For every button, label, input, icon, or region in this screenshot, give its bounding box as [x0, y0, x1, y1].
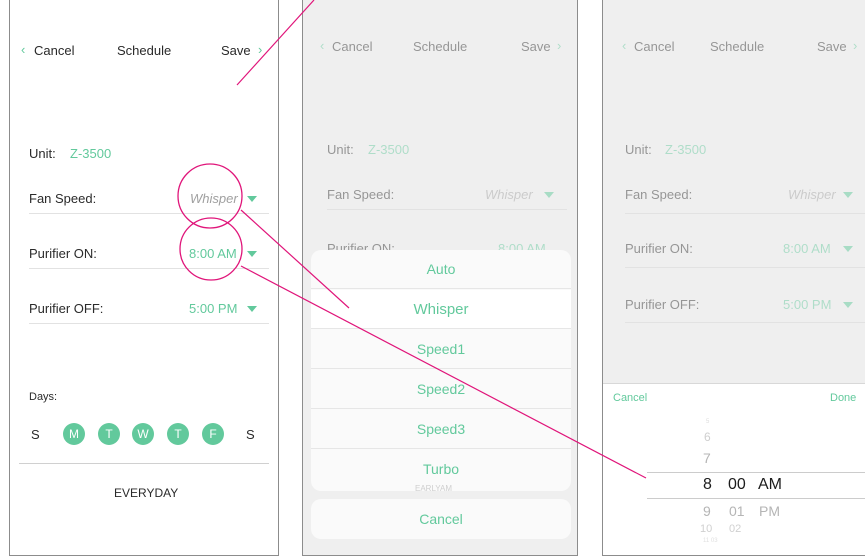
picker-hour-option[interactable]: 7 [703, 450, 711, 466]
unit-label: Unit: [625, 142, 652, 157]
purifier-off-label: Purifier OFF: [625, 297, 700, 312]
menu-item-partial: EARLYAM [415, 484, 453, 493]
cancel-button[interactable]: Cancel [34, 43, 74, 58]
day-toggle-monday[interactable]: M [63, 423, 85, 445]
divider [603, 383, 865, 384]
day-toggle-friday[interactable]: F [202, 423, 224, 445]
purifier-off-label: Purifier OFF: [29, 301, 104, 316]
picker-hour-option[interactable]: 10 [700, 523, 712, 535]
schedule-screen-default: ‹ Cancel Schedule Save › Unit: Z-3500 Fa… [9, 0, 279, 556]
menu-item-auto[interactable]: Auto [311, 250, 571, 289]
day-toggle-saturday[interactable]: S [246, 427, 255, 442]
purifier-on-dropdown[interactable]: 8:00 AM [189, 246, 237, 261]
menu-item-whisper[interactable]: Whisper [311, 290, 571, 329]
time-picker: Cancel Done 5 6 7 8 00 AM 9 01 PM 10 02 … [603, 383, 865, 555]
chevron-down-icon [843, 192, 853, 198]
menu-item-speed3[interactable]: Speed3 [311, 410, 571, 449]
picker-hour-option[interactable]: 6 [704, 430, 711, 444]
unit-label: Unit: [327, 142, 354, 157]
back-chevron-icon: ‹ [320, 38, 325, 53]
purifier-on-label: Purifier ON: [29, 246, 97, 261]
days-label: Days: [29, 391, 58, 403]
picker-hour-faded: 11 03 [703, 538, 718, 544]
back-chevron-icon: ‹ [622, 38, 627, 53]
menu-item-speed1[interactable]: Speed1 [311, 330, 571, 369]
picker-minute-option[interactable]: 01 [729, 503, 745, 519]
forward-chevron-icon: › [853, 38, 858, 53]
menu-cancel-button[interactable]: Cancel [311, 499, 571, 539]
purifier-on-dropdown[interactable]: 8:00 AM [783, 241, 831, 256]
purifier-off-dropdown[interactable]: 5:00 PM [783, 297, 831, 312]
day-toggle-thursday[interactable]: T [167, 423, 189, 445]
unit-value: Z-3500 [70, 146, 112, 161]
everyday-button[interactable]: EVERYDAY [114, 486, 178, 500]
chevron-down-icon [247, 306, 257, 312]
forward-chevron-icon: › [258, 42, 263, 57]
page-title: Schedule [710, 39, 765, 54]
save-button[interactable]: Save [221, 43, 251, 58]
page-title: Schedule [413, 39, 468, 54]
cancel-button[interactable]: Cancel [634, 39, 674, 54]
chevron-down-icon [247, 251, 257, 257]
chevron-down-icon [544, 192, 554, 198]
chevron-down-icon [843, 302, 853, 308]
picker-selection-line [647, 498, 865, 499]
unit-value: Z-3500 [368, 142, 410, 157]
day-toggle-wednesday[interactable]: W [132, 423, 154, 445]
back-chevron-icon: ‹ [21, 42, 26, 57]
divider [625, 213, 865, 214]
picker-cancel-button[interactable]: Cancel [613, 392, 647, 404]
picker-selection-line [647, 472, 865, 473]
fan-speed-label: Fan Speed: [29, 191, 97, 206]
purifier-off-dropdown[interactable]: 5:00 PM [189, 301, 237, 316]
cancel-button[interactable]: Cancel [332, 39, 372, 54]
fan-speed-dropdown[interactable]: Whisper [788, 187, 836, 202]
picker-done-button[interactable]: Done [830, 392, 856, 404]
picker-minute-option[interactable]: 02 [729, 523, 741, 535]
day-toggle-tuesday[interactable]: T [98, 423, 120, 445]
fan-speed-dropdown[interactable]: Whisper [190, 191, 238, 206]
chevron-down-icon [843, 246, 853, 252]
fan-speed-dropdown[interactable]: Whisper [485, 187, 533, 202]
forward-chevron-icon: › [557, 38, 562, 53]
unit-value: Z-3500 [665, 142, 707, 157]
picker-period-selected[interactable]: AM [758, 476, 782, 494]
schedule-screen-fan-menu: ‹ Cancel Schedule Save › Unit: Z-3500 Fa… [302, 0, 578, 556]
picker-hour-option[interactable]: 9 [703, 503, 711, 519]
picker-hour-faded: 5 [706, 419, 710, 425]
picker-hour-selected[interactable]: 8 [703, 476, 712, 494]
divider [327, 209, 567, 210]
menu-item-speed2[interactable]: Speed2 [311, 370, 571, 409]
divider [29, 268, 269, 269]
divider [625, 322, 865, 323]
picker-period-option[interactable]: PM [759, 503, 780, 519]
day-toggle-sunday[interactable]: S [31, 427, 40, 442]
fan-speed-label: Fan Speed: [625, 187, 693, 202]
fan-speed-label: Fan Speed: [327, 187, 395, 202]
page-title: Schedule [117, 43, 172, 58]
save-button[interactable]: Save [817, 39, 847, 54]
divider [19, 463, 269, 464]
divider [625, 267, 865, 268]
divider [29, 213, 269, 214]
schedule-screen-time-picker: ‹ Cancel Schedule Save › Unit: Z-3500 Fa… [602, 0, 865, 556]
save-button[interactable]: Save [521, 39, 551, 54]
purifier-on-label: Purifier ON: [625, 241, 693, 256]
divider [29, 323, 269, 324]
picker-minute-selected[interactable]: 00 [728, 476, 746, 494]
fan-speed-menu: Auto Whisper Speed1 Speed2 Speed3 Turbo … [311, 250, 571, 493]
unit-label: Unit: [29, 146, 56, 161]
chevron-down-icon [247, 196, 257, 202]
